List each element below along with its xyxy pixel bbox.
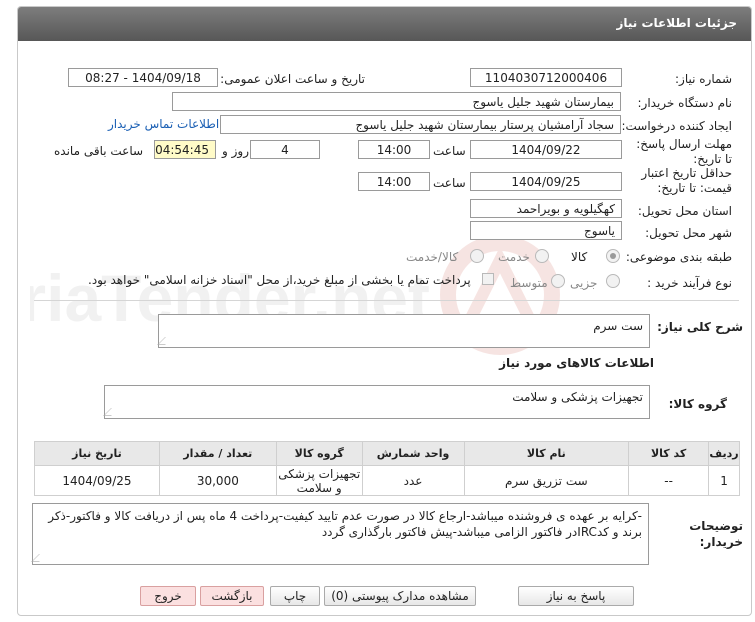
col-row: ردیف	[708, 441, 740, 466]
resize-grip-icon[interactable]	[103, 408, 119, 416]
purchase-radio-medium[interactable]	[551, 274, 565, 288]
buyer-contact-link[interactable]: اطلاعات تماس خریدار	[108, 117, 219, 131]
buyer-notes-field: -کرایه بر عهده ی فروشنده میباشد-ارجاع کا…	[31, 503, 649, 565]
resize-grip-icon[interactable]	[157, 337, 173, 345]
need-number-label: شماره نیاز:	[675, 72, 732, 86]
reply-button[interactable]: پاسخ به نیاز	[518, 586, 634, 606]
category-radio-goods-service[interactable]	[470, 249, 484, 263]
cell-quantity: 30,000	[158, 465, 277, 496]
category-label: طبقه بندی موضوعی:	[625, 250, 732, 264]
goods-table-header: ردیف کد کالا نام کالا واحد شمارش گروه کا…	[34, 441, 740, 466]
buyer-notes-label: توضیحات خریدار:	[689, 519, 743, 549]
resize-grip-icon[interactable]	[31, 554, 47, 562]
buyer-notes-text: -کرایه بر عهده ی فروشنده میباشد-ارجاع کا…	[48, 509, 642, 539]
validity-time-field: 14:00	[358, 172, 430, 191]
need-description-field: ست سرم	[157, 314, 650, 348]
purchase-radio-minor[interactable]	[606, 274, 620, 288]
purchase-option-minor: جزیی	[570, 276, 598, 290]
reply-time-label: ساعت	[433, 144, 466, 158]
back-button[interactable]: بازگشت	[200, 586, 264, 606]
announce-datetime-label: تاریخ و ساعت اعلان عمومی:	[220, 72, 365, 86]
buyer-org-label: نام دستگاه خریدار:	[637, 96, 733, 110]
goods-group-text: تجهیزات پزشکی و سلامت	[512, 390, 643, 404]
reply-time-field: 14:00	[358, 140, 430, 159]
col-unit: واحد شمارش	[361, 441, 465, 466]
purchase-option-medium: متوسط	[510, 276, 548, 290]
view-attachments-button[interactable]: مشاهده مدارک پیوستی (0)	[324, 586, 476, 606]
city-field: یاسوج	[470, 221, 622, 240]
days-label: روز و	[222, 144, 249, 158]
purchase-type-label: نوع فرآیند خرید :	[647, 276, 732, 290]
category-radio-goods[interactable]	[606, 249, 620, 263]
print-button[interactable]: چاپ	[270, 586, 320, 606]
need-description-label: شرح کلی نیاز:	[657, 320, 743, 334]
goods-group-label: گروه کالا:	[668, 397, 727, 411]
price-validity-label: حداقل تاریخ اعتبار قیمت: تا تاریخ:	[641, 166, 732, 195]
city-label: شهر محل تحویل:	[645, 226, 732, 240]
treasury-payment-checkbox[interactable]	[482, 273, 494, 285]
remaining-time-label: ساعت باقی مانده	[54, 144, 144, 158]
section-divider	[34, 300, 739, 301]
reply-date-field: 1404/09/22	[470, 140, 622, 159]
cell-goods-group: تجهیزات پزشکی و سلامت	[275, 465, 363, 496]
category-option-goods: کالا	[571, 250, 588, 264]
need-number-field: 1104030712000406	[470, 68, 622, 87]
creator-field: سجاد آرامشیان پرستار بیمارستان شهید جلیل…	[220, 115, 621, 134]
col-goods-code: کد کالا	[628, 441, 710, 466]
col-goods-group: گروه کالا	[275, 441, 363, 466]
goods-group-field: تجهیزات پزشکی و سلامت	[103, 385, 650, 419]
cell-goods-name: ست تزریق سرم	[463, 465, 630, 496]
validity-date-field: 1404/09/25	[470, 172, 622, 191]
reply-deadline-label: مهلت ارسال پاسخ: تا تاریخ:	[636, 137, 732, 166]
province-label: استان محل تحویل:	[637, 204, 732, 218]
remaining-time-field: 04:54:45	[154, 140, 216, 159]
buyer-org-field: بیمارستان شهید جلیل یاسوج	[172, 92, 621, 111]
col-quantity: تعداد / مقدار	[158, 441, 277, 466]
need-description-text: ست سرم	[593, 319, 643, 333]
treasury-payment-note: پرداخت تمام یا بخشی از مبلغ خرید،از محل …	[88, 273, 471, 287]
days-remaining-field: 4	[250, 140, 320, 159]
category-option-service: خدمت	[498, 250, 530, 264]
panel-titlebar: جزئیات اطلاعات نیاز	[18, 7, 751, 41]
announce-datetime-field: 1404/09/18 - 08:27	[68, 68, 218, 87]
cell-need-date: 1404/09/25	[34, 465, 160, 496]
province-field: کهگیلویه و بویراحمد	[470, 199, 622, 218]
category-radio-service[interactable]	[535, 249, 549, 263]
col-need-date: تاریخ نیاز	[34, 441, 160, 466]
col-goods-name: نام کالا	[463, 441, 630, 466]
category-option-goods-service: کالا/خدمت	[406, 250, 459, 264]
cell-unit: عدد	[361, 465, 465, 496]
validity-time-label: ساعت	[433, 176, 466, 190]
panel-title: جزئیات اطلاعات نیاز	[616, 16, 737, 30]
exit-button[interactable]: خروج	[140, 586, 196, 606]
table-row: 1 -- ست تزریق سرم عدد تجهیزات پزشکی و سل…	[34, 465, 740, 496]
goods-info-title: اطلاعات کالاهای مورد نیاز	[499, 356, 654, 370]
cell-row: 1	[708, 465, 740, 496]
goods-table: ردیف کد کالا نام کالا واحد شمارش گروه کا…	[34, 441, 740, 496]
cell-goods-code: --	[628, 465, 710, 496]
creator-label: ایجاد کننده درخواست:	[621, 119, 732, 133]
